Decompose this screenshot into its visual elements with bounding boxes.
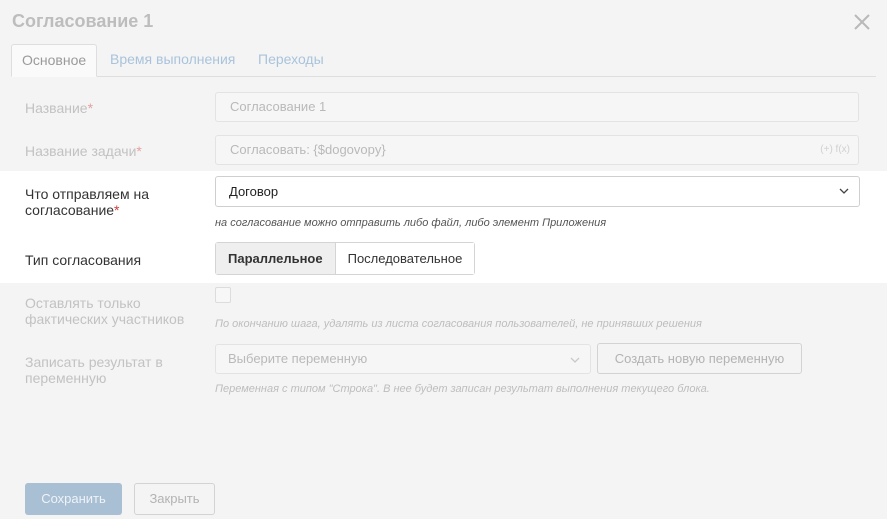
type-parallel-button[interactable]: Параллельное [216, 243, 336, 274]
dialog: Согласование 1 Основное Время выполнения… [0, 0, 887, 519]
task-name-label: Название задачи* [25, 143, 142, 159]
result-var-label: Записать результат в переменную [25, 354, 163, 386]
send-label: Что отправляем на согласование* [25, 186, 149, 218]
actual-only-checkbox[interactable] [215, 287, 231, 303]
save-button[interactable]: Сохранить [25, 483, 122, 515]
name-label: Название* [25, 100, 94, 116]
type-sequential-button[interactable]: Последовательное [335, 243, 475, 274]
type-label: Тип согласования [25, 252, 142, 268]
tab-transitions[interactable]: Переходы [258, 44, 324, 75]
actual-only-hint: По окончанию шага, удалять из листа согл… [215, 318, 702, 330]
create-variable-button[interactable]: Создать новую переменную [597, 343, 802, 374]
task-name-value: Согласовать: {$dogovopy} [230, 142, 386, 157]
close-icon[interactable] [852, 12, 872, 32]
task-name-input[interactable]: Согласовать: {$dogovopy} (+) f(x) [215, 135, 859, 165]
result-var-select[interactable]: Выберите переменную [215, 344, 591, 374]
result-var-hint: Переменная с типом "Строка". В нее будет… [215, 383, 710, 395]
result-var-placeholder: Выберите переменную [228, 351, 368, 366]
chevron-down-icon [570, 357, 580, 363]
send-value: Договор [229, 184, 279, 199]
dialog-title: Согласование 1 [12, 11, 154, 31]
formula-icon[interactable]: (+) f(x) [820, 136, 850, 164]
tab-main[interactable]: Основное [11, 44, 98, 77]
tab-bar: Основное Время выполнения Переходы [11, 44, 876, 77]
send-select[interactable]: Договор [215, 176, 860, 207]
type-segmented-control: Параллельное Последовательное [215, 242, 476, 275]
tab-execution-time[interactable]: Время выполнения [110, 44, 235, 75]
send-hint: на согласование можно отправить либо фай… [215, 217, 607, 229]
name-input[interactable]: Согласование 1 [215, 92, 859, 122]
actual-only-label: Оставлять только фактических участников [25, 295, 185, 327]
chevron-down-icon [839, 188, 849, 194]
close-button[interactable]: Закрыть [134, 483, 215, 515]
